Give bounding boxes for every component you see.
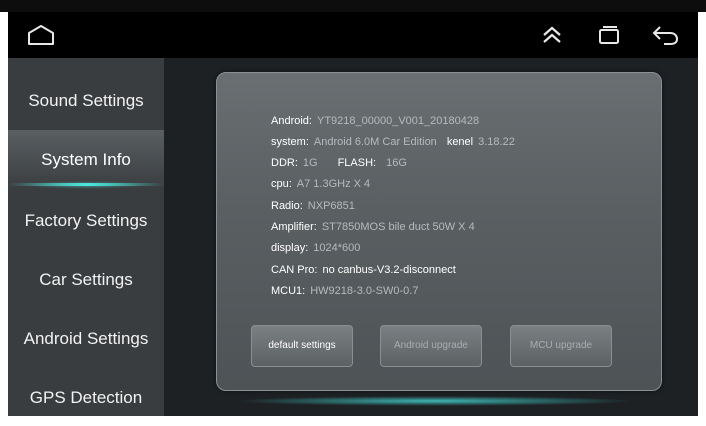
info-value: YT9218_00000_V001_20180428 bbox=[316, 115, 480, 127]
info-value: ST7850MOS bile duct 50W X 4 bbox=[321, 221, 475, 233]
info-row-cpu: cpu: A7 1.3GHz X 4 bbox=[271, 178, 370, 190]
info-value: 1024*600 bbox=[313, 242, 361, 254]
sidebar-item-label: Sound Settings bbox=[28, 91, 144, 110]
sidebar-item-android-settings[interactable]: Android Settings bbox=[8, 309, 164, 369]
back-icon[interactable] bbox=[650, 23, 680, 47]
active-indicator bbox=[8, 183, 164, 186]
info-row-memory: DDR: 1G FLASH: 16G bbox=[271, 157, 407, 169]
sidebar-item-label: Android Settings bbox=[23, 329, 149, 348]
bottom-glow bbox=[234, 396, 634, 406]
sidebar-item-label: GPS Detection bbox=[29, 388, 143, 407]
info-label: Radio: bbox=[271, 200, 303, 212]
info-label: CAN Pro: bbox=[271, 264, 318, 276]
sidebar-item-gps-detection[interactable]: GPS Detection bbox=[8, 368, 164, 416]
mcu-upgrade-button[interactable]: MCU upgrade bbox=[510, 325, 612, 367]
info-value: Android 6.0M Car Edition bbox=[313, 136, 437, 148]
settings-sidebar: Sound Settings System Info Factory Setti… bbox=[8, 58, 164, 416]
info-row-amplifier: Amplifier: ST7850MOS bile duct 50W X 4 bbox=[271, 221, 475, 233]
info-value: 1G bbox=[302, 157, 318, 169]
info-value: no canbus-V3.2-disconnect bbox=[322, 264, 456, 276]
info-value: 16G bbox=[386, 157, 407, 169]
system-info-content: Android: YT9218_00000_V001_20180428 syste… bbox=[164, 58, 698, 416]
info-row-mcu1: MCU1: HW9218-3.0-SW0-0.7 bbox=[271, 285, 418, 297]
info-value: A7 1.3GHz X 4 bbox=[296, 178, 371, 190]
sidebar-item-label: Factory Settings bbox=[24, 211, 148, 230]
android-upgrade-button[interactable]: Android upgrade bbox=[380, 325, 482, 367]
info-label: cpu: bbox=[271, 178, 292, 190]
system-info-panel: Android: YT9218_00000_V001_20180428 syste… bbox=[216, 72, 662, 391]
recent-apps-icon[interactable] bbox=[596, 25, 622, 45]
info-label: MCU1: bbox=[271, 285, 306, 297]
info-row-radio: Radio: NXP6851 bbox=[271, 200, 355, 212]
info-row-display: display: 1024*600 bbox=[271, 242, 360, 254]
info-row-system: system: Android 6.0M Car Edition kenel 3.18… bbox=[271, 136, 515, 148]
default-settings-button[interactable]: default settings bbox=[251, 325, 353, 367]
sidebar-item-factory-settings[interactable]: Factory Settings bbox=[8, 191, 164, 251]
sidebar-item-system-info[interactable]: System Info bbox=[8, 130, 164, 190]
double-chevron-up-icon[interactable] bbox=[540, 23, 564, 47]
info-value: 3.18.22 bbox=[478, 136, 515, 148]
info-label: Android: bbox=[271, 115, 312, 127]
info-label: DDR: bbox=[271, 157, 298, 169]
sidebar-item-car-settings[interactable]: Car Settings bbox=[8, 250, 164, 310]
info-label: display: bbox=[271, 242, 309, 254]
sidebar-item-label: System Info bbox=[41, 150, 131, 169]
info-row-android: Android: YT9218_00000_V001_20180428 bbox=[271, 115, 479, 127]
info-label: kenel bbox=[446, 136, 474, 148]
info-label: Amplifier: bbox=[271, 221, 317, 233]
info-row-can-pro: CAN Pro: no canbus-V3.2-disconnect bbox=[271, 264, 456, 276]
top-edge bbox=[0, 0, 706, 12]
info-label: system: bbox=[271, 136, 309, 148]
home-icon[interactable] bbox=[26, 24, 56, 46]
head-unit-screen: Sound Settings System Info Factory Setti… bbox=[8, 12, 698, 416]
sidebar-item-sound-settings[interactable]: Sound Settings bbox=[8, 71, 164, 131]
info-label: FLASH: bbox=[337, 157, 377, 169]
sidebar-item-label: Car Settings bbox=[39, 270, 133, 289]
info-value: NXP6851 bbox=[307, 200, 355, 212]
info-value: HW9218-3.0-SW0-0.7 bbox=[310, 285, 419, 297]
status-bar bbox=[8, 12, 698, 58]
